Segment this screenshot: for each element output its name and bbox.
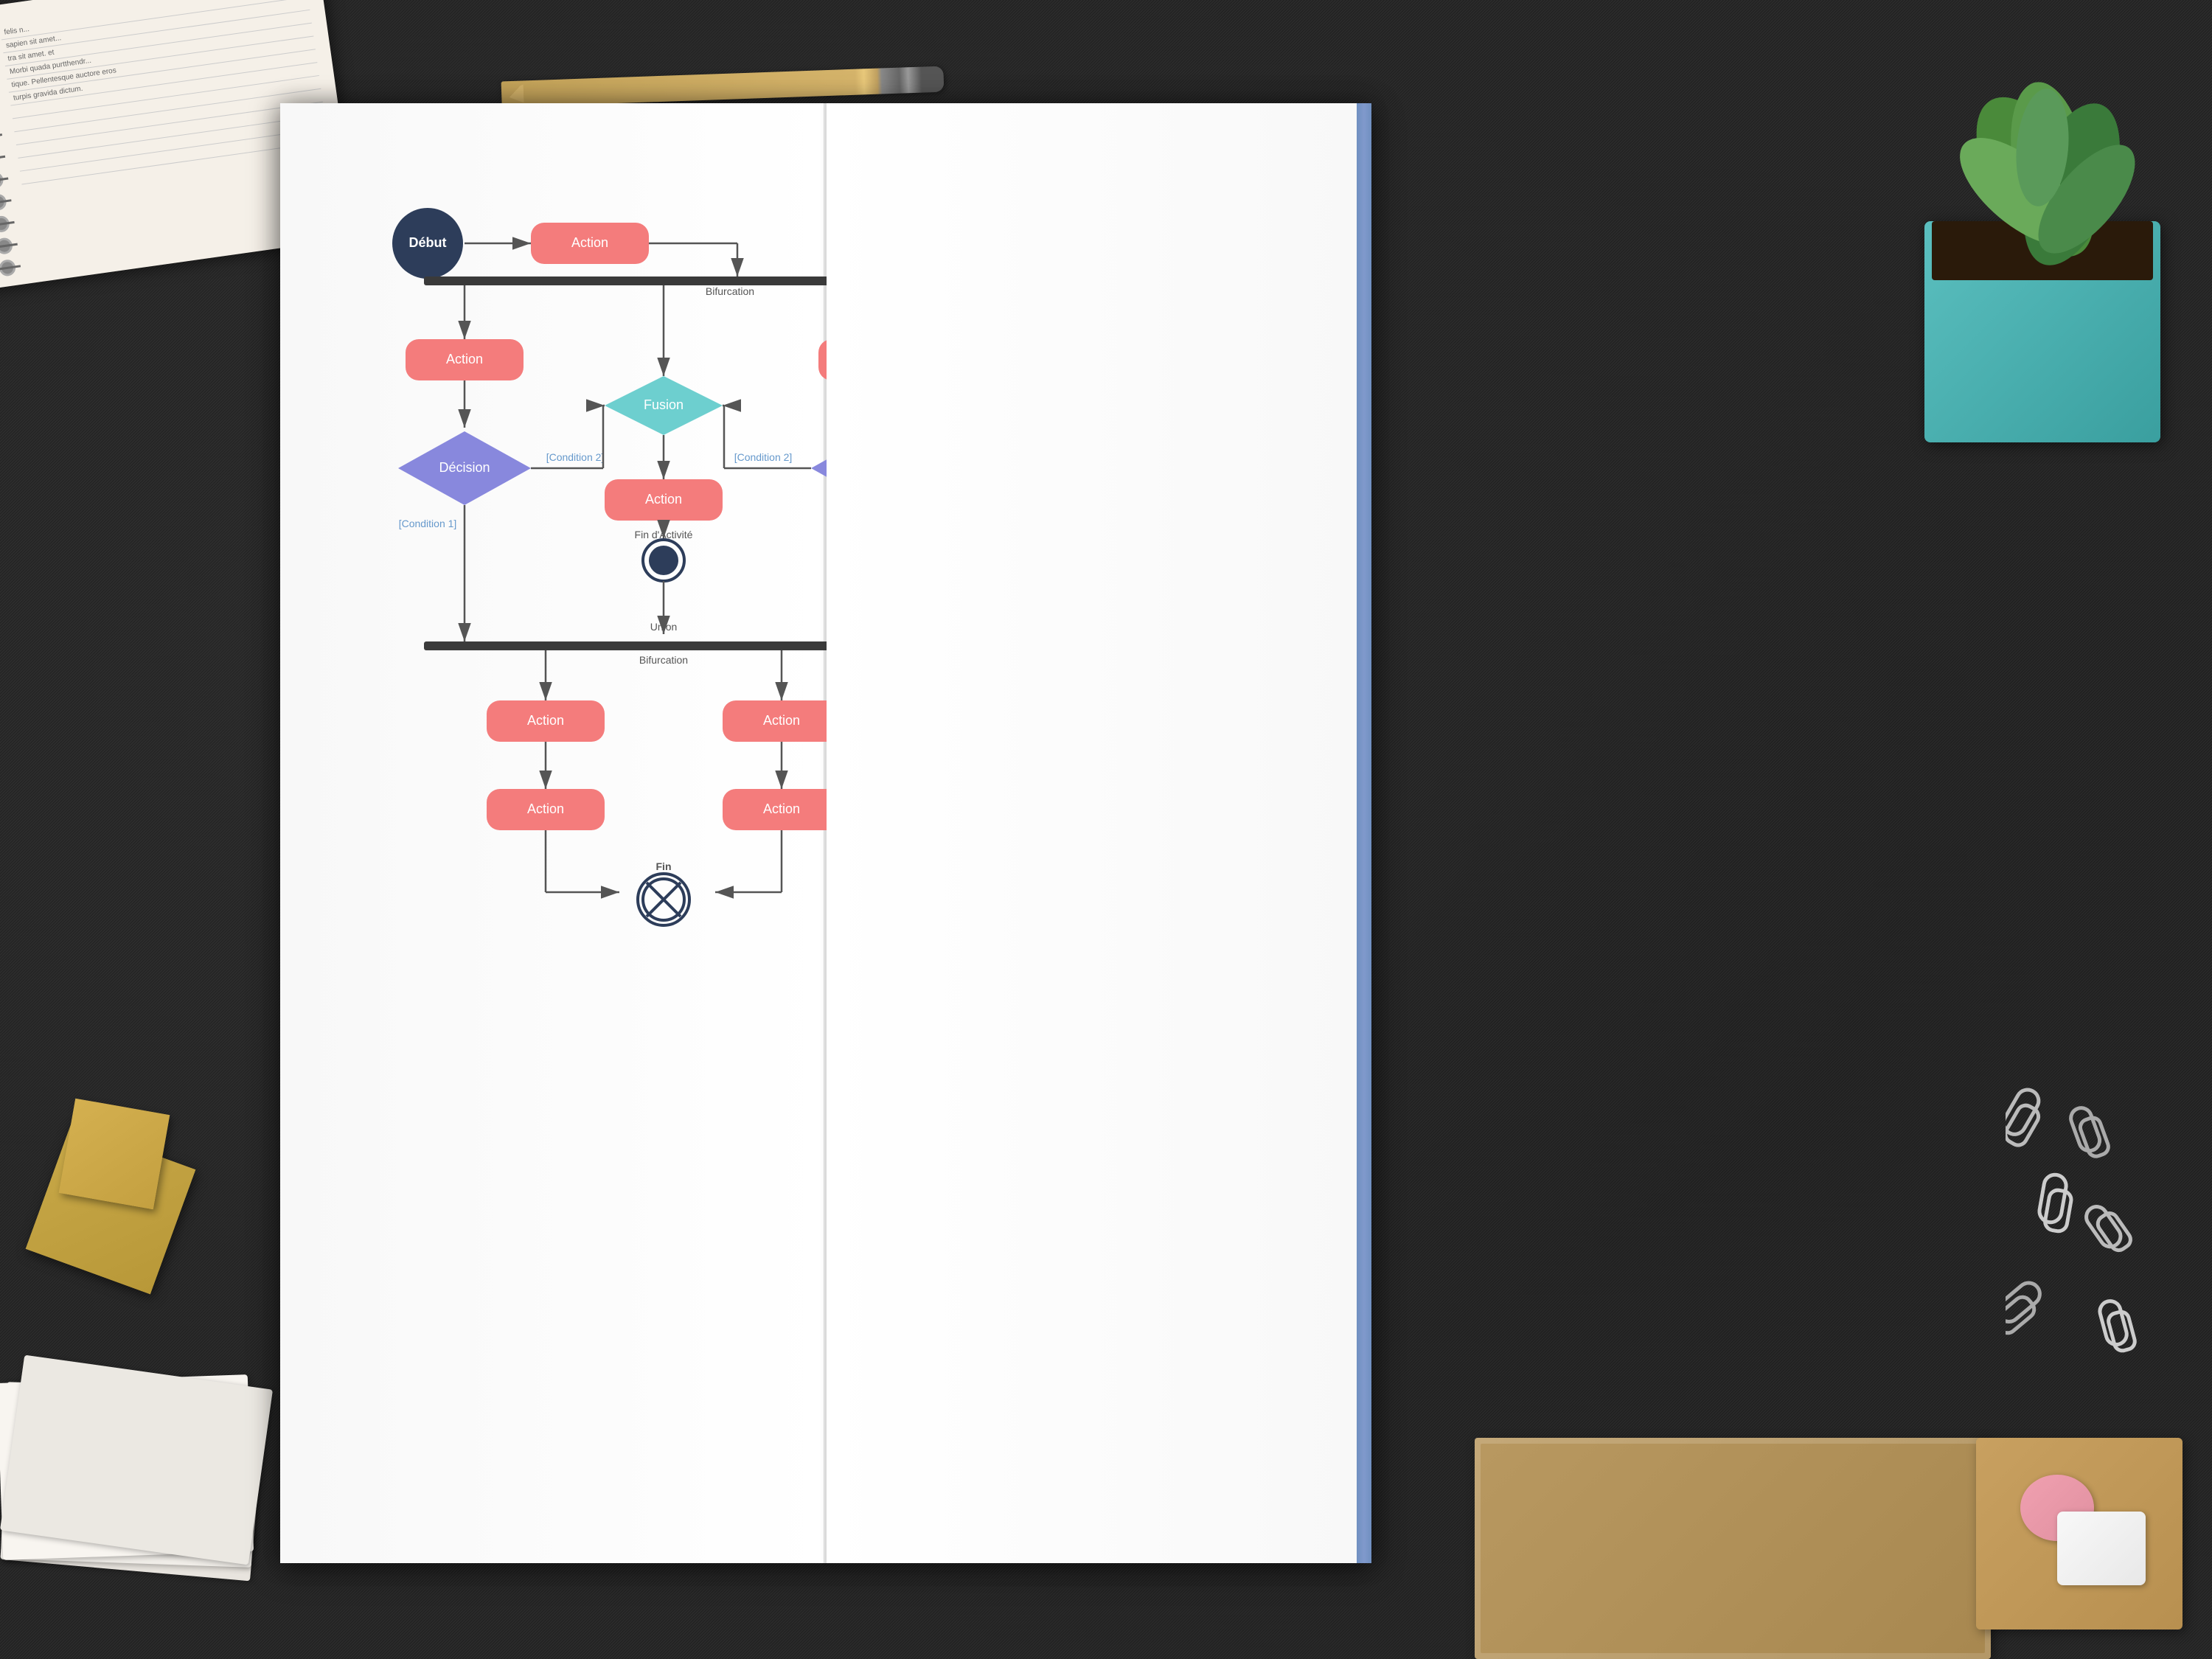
paperclips-prop [2006, 1069, 2153, 1364]
action-label-8: Action [763, 801, 800, 816]
condition-2-left: [Condition 2] [546, 451, 605, 463]
action-label-4: Action [645, 492, 682, 507]
wood-block-inner [59, 1099, 170, 1210]
fin-activite-inner [649, 546, 678, 575]
paper-stack-prop [0, 1379, 280, 1585]
fin-label: Fin [656, 860, 672, 872]
bifurcation-label-2: Bifurcation [639, 654, 688, 666]
action-label-5: Action [527, 713, 564, 728]
decision-label-1: Décision [439, 460, 490, 475]
bifurcation-label-1: Bifurcation [706, 285, 754, 297]
plant-container-prop [1902, 29, 2183, 442]
spiral-ring [0, 171, 4, 189]
union-label: Union [650, 621, 678, 633]
spiral-ring [0, 193, 7, 212]
spiral-ring [0, 149, 1, 167]
wood-tray-prop [1976, 1438, 2183, 1630]
action-label-6: Action [763, 713, 800, 728]
plant-leaves-svg [1902, 29, 2183, 442]
condition-2-right: [Condition 2] [734, 451, 793, 463]
spiral-ring [0, 259, 16, 277]
action-label-7: Action [527, 801, 564, 816]
spiral-ring [0, 237, 13, 255]
paperclips-svg [2006, 1069, 2153, 1364]
page-right [827, 103, 1372, 1563]
main-paper: Début Action Bifurcation Action [280, 103, 1371, 1563]
start-label: Début [409, 235, 447, 250]
action-label-1: Action [571, 235, 608, 250]
fusion-label: Fusion [644, 397, 684, 412]
page-left: Début Action Bifurcation Action [280, 103, 827, 1563]
spiral-ring [0, 215, 10, 233]
wood-frame-prop [1475, 1438, 1991, 1659]
binding-right [1357, 103, 1371, 1563]
eraser-white-prop [2057, 1512, 2146, 1585]
action-label-2: Action [446, 352, 483, 366]
condition-1-left: [Condition 1] [399, 518, 457, 529]
